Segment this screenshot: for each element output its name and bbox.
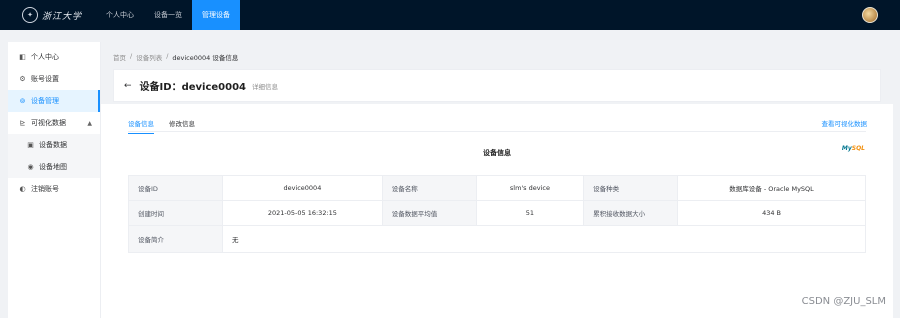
avatar[interactable]: [862, 7, 878, 23]
cell-label: 设备简介: [128, 225, 223, 253]
cell-label: 设备种类: [583, 175, 679, 201]
sidebar-item-profile[interactable]: ◧ 个人中心: [8, 46, 100, 68]
table-row: 创建时间 2021-05-05 16:32:15 设备数据平均值 51 累积接收…: [128, 200, 866, 226]
breadcrumb-separator: /: [130, 52, 133, 60]
cell-label: 设备ID: [128, 175, 223, 201]
topnav-profile[interactable]: 个人中心: [96, 0, 144, 30]
page-title: 设备ID：device0004: [139, 82, 246, 93]
breadcrumb: 首页 / 设备列表 / device0004 设备信息: [113, 52, 238, 62]
back-arrow-icon[interactable]: ←: [124, 81, 132, 91]
page-header: ← 设备ID：device0004 详细信息: [113, 69, 881, 102]
topnav-device-overview[interactable]: 设备一览: [144, 0, 192, 30]
device-icon: ⊚: [19, 97, 26, 105]
cell-value: slm's device: [475, 175, 585, 201]
cell-value: 51: [475, 200, 585, 226]
sidebar-item-label: 可视化数据: [31, 119, 66, 127]
breadcrumb-home[interactable]: 首页: [113, 52, 126, 62]
logout-icon: ◐: [19, 185, 26, 193]
cell-value: 2021-05-05 16:32:15: [222, 200, 383, 226]
gear-icon: ⚙: [19, 75, 26, 83]
cell-label: 累积接收数据大小: [583, 200, 679, 226]
location-icon: ◉: [27, 163, 34, 171]
section-title: 设备信息: [483, 149, 511, 157]
university-logo[interactable]: ✦ 浙江大学: [0, 0, 90, 30]
topnav-manage-devices[interactable]: 管理设备: [192, 0, 240, 30]
sidebar: ◧ 个人中心 ⚙ 账号设置 ⊚ 设备管理 ⊵ 可视化数据 ▲ ▣ 设备数据 ◉ …: [8, 42, 101, 318]
cell-value: device0004: [222, 175, 383, 201]
sidebar-item-device-map[interactable]: ◉ 设备地图: [8, 156, 100, 178]
user-icon: ◧: [19, 53, 26, 61]
breadcrumb-device-list[interactable]: 设备列表: [136, 52, 162, 62]
sidebar-item-label: 账号设置: [31, 75, 59, 83]
sidebar-item-label: 注销账号: [31, 185, 59, 193]
cell-value: 434 B: [677, 200, 866, 226]
sidebar-item-device-data[interactable]: ▣ 设备数据: [8, 134, 100, 156]
cell-label: 创建时间: [128, 200, 223, 226]
table-row: 设备简介 无: [128, 225, 866, 253]
cell-value: 无: [222, 225, 866, 253]
main-content: 设备信息 修改信息 查看可视化数据 设备信息 MySQL 设备ID device…: [101, 104, 893, 318]
logo-text: 浙江大学: [42, 11, 83, 22]
breadcrumb-current: device0004 设备信息: [172, 54, 239, 62]
watermark: CSDN @ZJU_SLM: [801, 296, 886, 307]
sidebar-item-label: 个人中心: [31, 53, 59, 61]
cell-value: 数据库设备 - Oracle MySQL: [677, 175, 866, 201]
tab-divider: [128, 131, 866, 132]
top-navbar: ✦ 浙江大学 个人中心 设备一览 管理设备: [0, 0, 900, 30]
sidebar-item-devices[interactable]: ⊚ 设备管理: [8, 90, 100, 112]
mysql-logo-my: My: [841, 145, 852, 152]
sidebar-item-visualization[interactable]: ⊵ 可视化数据 ▲: [8, 112, 100, 134]
sidebar-item-account[interactable]: ⚙ 账号设置: [8, 68, 100, 90]
cell-label: 设备名称: [381, 175, 477, 201]
table-row: 设备ID device0004 设备名称 slm's device 设备种类 数…: [128, 175, 866, 201]
sidebar-item-label: 设备管理: [31, 97, 59, 105]
view-visualization-link[interactable]: 查看可视化数据: [822, 118, 868, 128]
sidebar-item-logout[interactable]: ◐ 注销账号: [8, 178, 100, 200]
sidebar-item-label: 设备数据: [39, 141, 67, 149]
device-info-table: 设备ID device0004 设备名称 slm's device 设备种类 数…: [128, 175, 866, 253]
chevron-up-icon: ▲: [87, 119, 92, 127]
breadcrumb-separator: /: [166, 52, 169, 60]
cell-label: 设备数据平均值: [381, 200, 477, 226]
chart-icon: ⊵: [19, 119, 26, 127]
data-icon: ▣: [27, 141, 34, 149]
page-subtitle: 详细信息: [252, 82, 278, 91]
top-nav: 个人中心 设备一览 管理设备: [96, 0, 240, 30]
mysql-logo: MySQL: [842, 145, 865, 152]
mysql-logo-sql: SQL: [851, 145, 865, 152]
seal-icon: ✦: [22, 7, 38, 23]
sidebar-item-label: 设备地图: [39, 163, 67, 171]
